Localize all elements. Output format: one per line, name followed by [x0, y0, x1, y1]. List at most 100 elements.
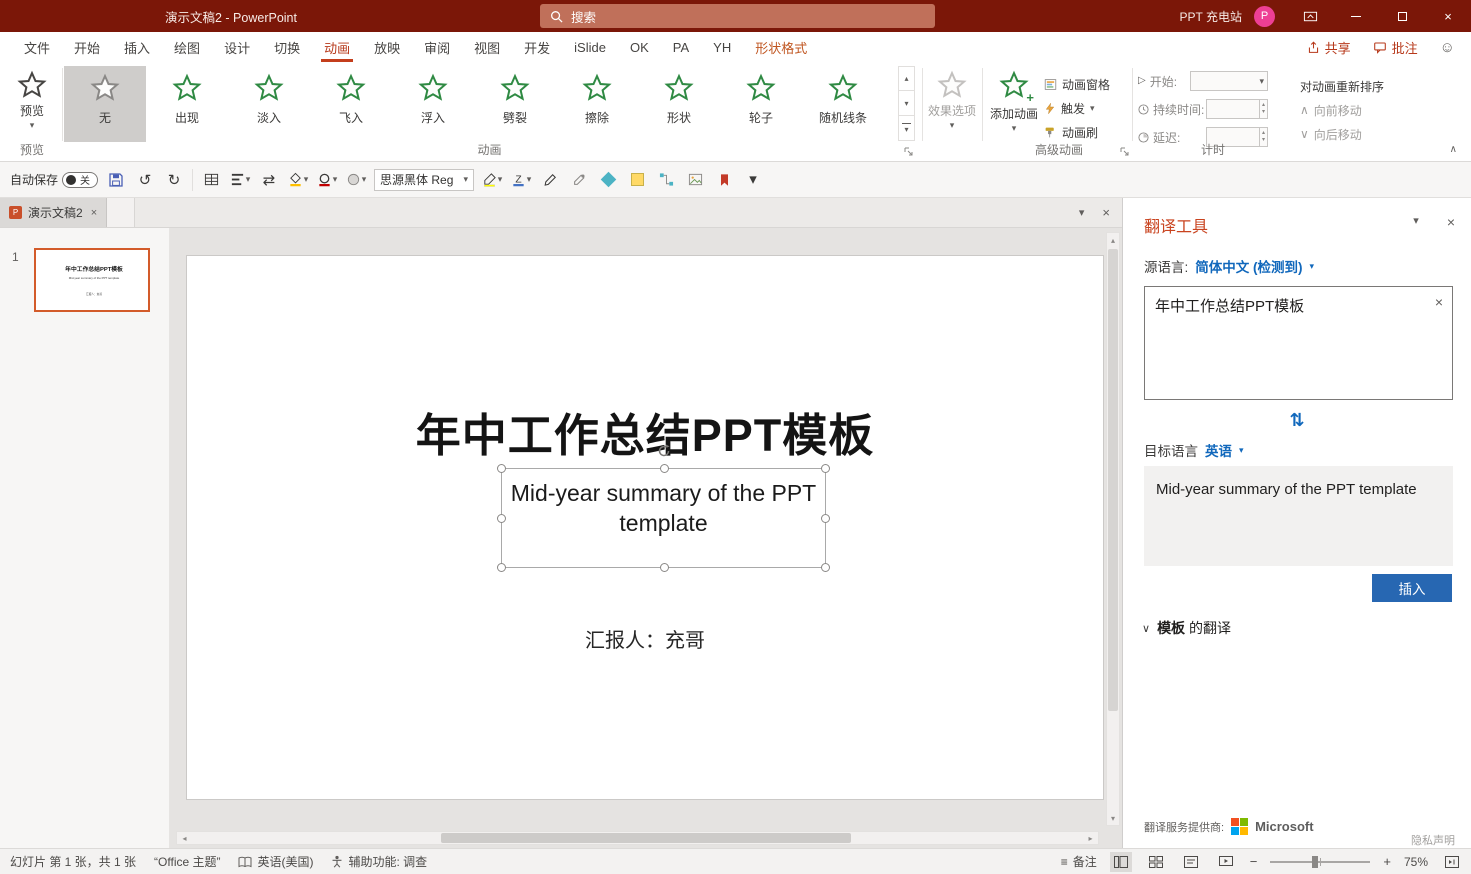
scroll-left-icon[interactable]: ◂: [177, 834, 192, 843]
notes-button[interactable]: ≡ 备注: [1061, 853, 1097, 870]
proofing-status[interactable]: 英语(美国): [238, 853, 313, 870]
slide-counter[interactable]: 幻灯片 第 1 张，共 1 张: [10, 853, 136, 870]
font-color-button[interactable]: Z ▾: [510, 168, 532, 192]
document-tab-close-icon[interactable]: ×: [91, 207, 97, 219]
collapse-ribbon-icon[interactable]: ∧: [1450, 144, 1457, 155]
text-highlight-button[interactable]: ▾: [481, 168, 503, 192]
document-close-icon[interactable]: ×: [1102, 205, 1110, 220]
resize-handle-bottom-right[interactable]: [821, 563, 830, 572]
shape-outline-button[interactable]: ▾: [316, 168, 338, 192]
zoom-out-icon[interactable]: −: [1250, 854, 1258, 869]
redo-button[interactable]: ↻: [163, 168, 185, 192]
slide-sorter-view-button[interactable]: [1145, 852, 1167, 872]
feedback-smiley-icon[interactable]: ☺: [1440, 39, 1455, 56]
draw-table-button[interactable]: [200, 168, 222, 192]
zoom-slider-thumb[interactable]: [1312, 855, 1319, 868]
animation-random-bars[interactable]: 随机线条: [802, 66, 884, 142]
tab-view[interactable]: 视图: [462, 32, 512, 62]
minimize-button[interactable]: [1333, 0, 1379, 32]
tab-design[interactable]: 设计: [212, 32, 262, 62]
preview-button[interactable]: 预览 ▾: [6, 70, 58, 130]
source-language-dropdown-icon[interactable]: ▾: [1310, 261, 1315, 272]
preview-dropdown-icon[interactable]: ▾: [30, 121, 35, 130]
effect-options-button[interactable]: 效果选项 ▾: [926, 70, 978, 130]
translation-result[interactable]: Mid-year summary of the PPT template: [1144, 466, 1453, 566]
slide-editing-surface[interactable]: 年中工作总结PPT模板 Mid-year summary of the PPT …: [186, 255, 1104, 800]
account-name[interactable]: PPT 充电站: [1180, 8, 1242, 25]
tab-home[interactable]: 开始: [62, 32, 112, 62]
gallery-scroll-up[interactable]: ▴: [898, 66, 915, 91]
new-document-tab[interactable]: [107, 198, 136, 227]
selected-textbox[interactable]: Mid-year summary of the PPT template: [497, 444, 830, 572]
animation-none[interactable]: 无: [64, 66, 146, 142]
presenter-text[interactable]: 汇报人：充哥: [187, 624, 1103, 653]
swap-languages-icon[interactable]: ⇅: [1123, 410, 1471, 431]
animation-pane-button[interactable]: 动画窗格: [1044, 72, 1132, 96]
scroll-down-icon[interactable]: ▾: [1107, 811, 1119, 825]
word-translations-expander[interactable]: ∨ 模板 的翻译: [1142, 618, 1231, 638]
search-box[interactable]: 搜索: [540, 4, 935, 28]
insert-picture-button[interactable]: [684, 168, 706, 192]
tab-file[interactable]: 文件: [12, 32, 62, 62]
panel-dropdown-icon[interactable]: ▾: [1413, 214, 1419, 230]
slideshow-view-button[interactable]: [1215, 852, 1237, 872]
slide-title-text[interactable]: 年中工作总结PPT模板: [187, 399, 1103, 464]
tab-insert[interactable]: 插入: [112, 32, 162, 62]
ribbon-display-options-icon[interactable]: [1293, 0, 1327, 32]
target-language-dropdown-icon[interactable]: ▾: [1239, 445, 1244, 456]
animation-wheel[interactable]: 轮子: [720, 66, 802, 142]
zoom-level[interactable]: 75%: [1404, 855, 1428, 869]
share-button[interactable]: 共享: [1307, 38, 1351, 57]
tab-yh[interactable]: YH: [701, 32, 743, 62]
resize-handle-bottom[interactable]: [659, 563, 669, 572]
zoom-in-icon[interactable]: +: [1383, 854, 1391, 869]
theme-name[interactable]: “Office 主题”: [154, 853, 220, 870]
pen-button[interactable]: [539, 168, 561, 192]
resize-handle-top-left[interactable]: [497, 464, 506, 473]
fit-slide-button[interactable]: [1441, 852, 1463, 872]
close-button[interactable]: ×: [1425, 0, 1471, 32]
source-language-value[interactable]: 简体中文 (检测到): [1195, 256, 1302, 276]
animation-dialog-launcher-icon[interactable]: [904, 147, 914, 157]
subtitle-text[interactable]: Mid-year summary of the PPT template: [502, 478, 825, 538]
tab-animations[interactable]: 动画: [312, 32, 362, 62]
tab-draw[interactable]: 绘图: [162, 32, 212, 62]
tab-islide[interactable]: iSlide: [562, 32, 618, 62]
save-button[interactable]: [105, 168, 127, 192]
resize-handle-bottom-left[interactable]: [497, 563, 506, 572]
move-later-button[interactable]: ∨ 向后移动: [1300, 122, 1384, 146]
swap-objects-button[interactable]: ⇄: [258, 168, 280, 192]
tab-review[interactable]: 审阅: [412, 32, 462, 62]
horizontal-scrollbar[interactable]: ◂ ▸: [176, 831, 1099, 845]
slide-thumbnail[interactable]: 年中工作总结PPT模板 Mid-year summary of the PPT …: [34, 248, 150, 312]
font-name-combobox[interactable]: 思源黑体 Reg ▾: [374, 168, 475, 191]
gallery-scroll-down[interactable]: ▾: [898, 91, 915, 116]
source-text-input[interactable]: 年中工作总结PPT模板: [1144, 286, 1453, 400]
avatar[interactable]: P: [1254, 5, 1275, 27]
fill-color-button[interactable]: ▾: [287, 168, 309, 192]
highlight-yellow-button[interactable]: [626, 168, 648, 192]
resize-handle-top[interactable]: [659, 464, 669, 473]
align-objects-button[interactable]: ▾: [229, 168, 251, 192]
animation-fly-in[interactable]: 飞入: [310, 66, 392, 142]
trigger-button[interactable]: 触发 ▾: [1044, 96, 1132, 120]
animation-wipe[interactable]: 擦除: [556, 66, 638, 142]
vertical-scrollbar[interactable]: ▴ ▾: [1106, 232, 1120, 826]
animation-appear[interactable]: 出现: [146, 66, 228, 142]
vertical-scroll-thumb[interactable]: [1108, 249, 1118, 711]
start-combobox[interactable]: ▾: [1190, 71, 1268, 91]
move-earlier-button[interactable]: ∧ 向前移动: [1300, 98, 1384, 122]
tab-developer[interactable]: 开发: [512, 32, 562, 62]
animation-fade[interactable]: 淡入: [228, 66, 310, 142]
target-language-value[interactable]: 英语: [1205, 440, 1232, 460]
resize-handle-top-right[interactable]: [821, 464, 830, 473]
shape-diamond-button[interactable]: [597, 168, 619, 192]
scroll-right-icon[interactable]: ▸: [1083, 834, 1098, 843]
tab-slideshow[interactable]: 放映: [362, 32, 412, 62]
duration-spinner-icon[interactable]: ▴ ▾: [1258, 100, 1267, 118]
add-animation-button[interactable]: + 添加动画 ▾: [988, 70, 1040, 133]
rotate-handle-icon[interactable]: [656, 443, 672, 459]
tab-pa[interactable]: PA: [661, 32, 701, 62]
clear-source-icon[interactable]: ×: [1435, 294, 1443, 310]
normal-view-button[interactable]: [1109, 851, 1132, 872]
